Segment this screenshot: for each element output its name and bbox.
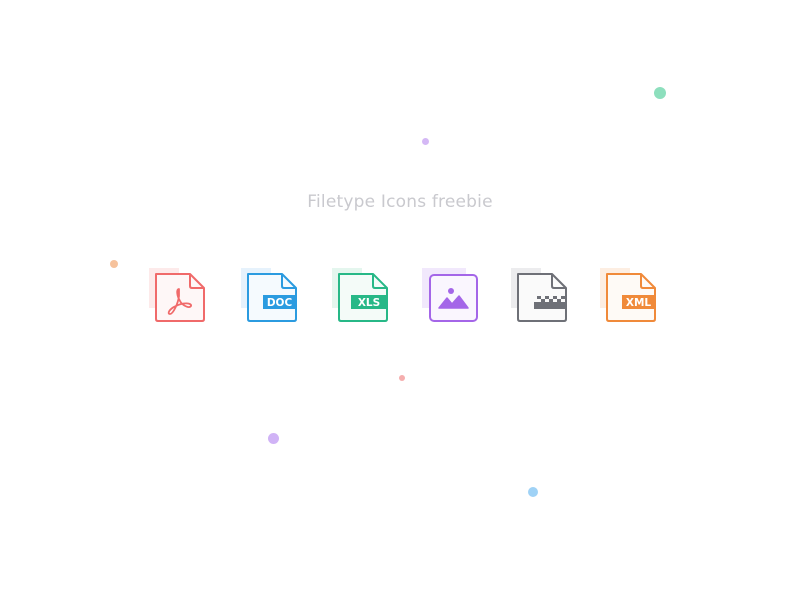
doc-icon-label: DOC <box>267 297 293 309</box>
decorative-dot-purple <box>422 138 429 145</box>
zip-icon <box>510 266 570 326</box>
decorative-dot-blue <box>528 487 538 497</box>
xml-icon: XML <box>599 266 659 326</box>
pdf-icon <box>148 266 208 326</box>
decorative-dot-orange <box>110 260 118 268</box>
page-title: Filetype Icons freebie <box>307 192 493 212</box>
decorative-dot-pink <box>399 375 405 381</box>
image-icon <box>421 266 481 326</box>
xls-icon-label: XLS <box>358 297 380 309</box>
artboard: Filetype Icons freebie DOC XLS XML <box>0 0 800 600</box>
doc-icon: DOC <box>240 266 300 326</box>
xls-icon: XLS <box>331 266 391 326</box>
decorative-dot-green <box>654 87 666 99</box>
decorative-dot-violet <box>268 433 279 444</box>
xml-icon-label: XML <box>626 297 652 309</box>
